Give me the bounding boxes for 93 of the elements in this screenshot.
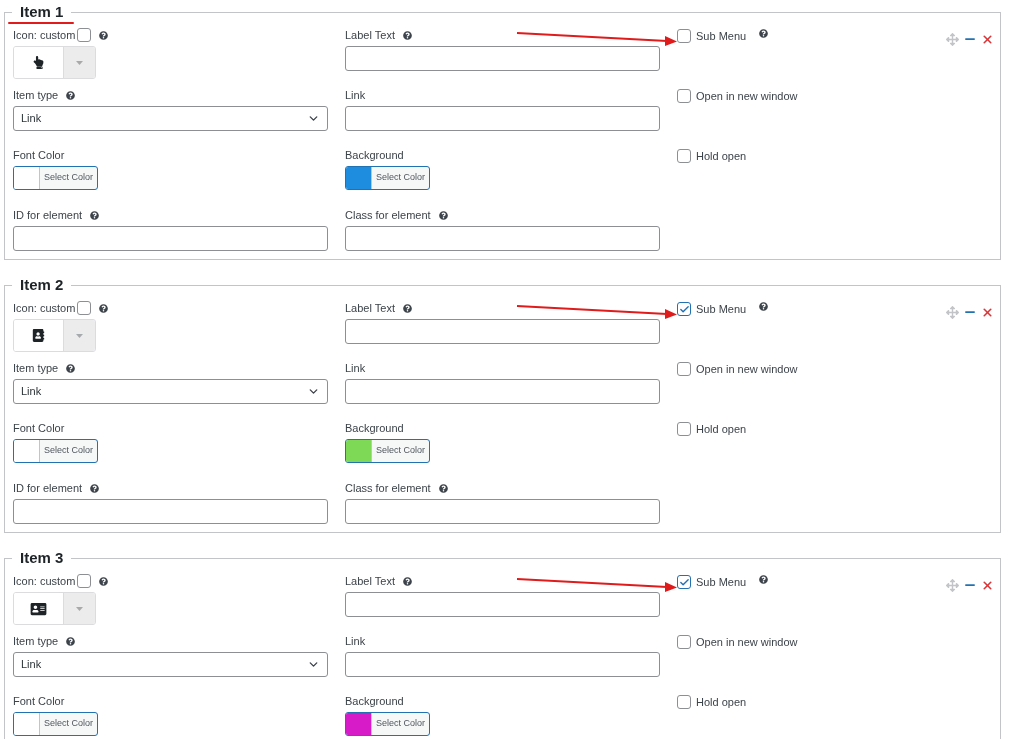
checkbox-label: Sub Menu bbox=[696, 302, 747, 316]
input-field[interactable] bbox=[345, 46, 660, 71]
help-icon[interactable] bbox=[402, 303, 412, 313]
field-label: ID for element bbox=[13, 207, 83, 223]
field-label: Background bbox=[345, 147, 404, 163]
field-label: Link bbox=[345, 87, 366, 103]
caret-icon bbox=[76, 606, 83, 611]
help-icon[interactable] bbox=[99, 576, 109, 586]
checkbox[interactable] bbox=[677, 575, 691, 589]
checkbox[interactable] bbox=[77, 574, 92, 588]
checkbox[interactable] bbox=[677, 302, 691, 316]
checkbox[interactable] bbox=[77, 28, 92, 42]
id-card-icon bbox=[30, 601, 47, 616]
checkbox-label: Sub Menu bbox=[696, 29, 747, 43]
field-label: Font Color bbox=[13, 420, 65, 436]
field-label: Font Color bbox=[13, 147, 65, 163]
input-field[interactable] bbox=[345, 106, 660, 131]
field-label: ID for element bbox=[13, 480, 83, 496]
checkbox[interactable] bbox=[677, 695, 691, 709]
field-label: Class for element bbox=[345, 207, 431, 223]
help-icon[interactable] bbox=[402, 576, 412, 586]
field-label: Item type bbox=[13, 87, 59, 103]
input-field[interactable] bbox=[13, 499, 328, 524]
checkbox[interactable] bbox=[677, 149, 691, 163]
checkbox[interactable] bbox=[677, 635, 691, 649]
icon-picker[interactable] bbox=[13, 592, 96, 625]
help-icon[interactable] bbox=[90, 210, 100, 220]
field-label: Item type bbox=[13, 360, 59, 376]
input-field[interactable] bbox=[345, 379, 660, 404]
color-picker-button[interactable]: Select Color bbox=[13, 439, 98, 463]
help-icon[interactable] bbox=[66, 636, 76, 646]
caret-icon bbox=[76, 60, 83, 65]
icon-picker[interactable] bbox=[13, 319, 96, 352]
field-label: Class for element bbox=[345, 480, 431, 496]
help-icon[interactable] bbox=[66, 363, 76, 373]
help-icon[interactable] bbox=[66, 90, 76, 100]
checkbox-label: Hold open bbox=[696, 149, 747, 163]
help-icon[interactable] bbox=[759, 575, 769, 584]
caret-icon bbox=[76, 333, 83, 338]
checkbox[interactable] bbox=[77, 301, 92, 315]
field-label: Item type bbox=[13, 633, 59, 649]
checkbox-label: Open in new window bbox=[696, 89, 798, 103]
checkbox[interactable] bbox=[677, 89, 691, 103]
item-type-select[interactable]: Link bbox=[13, 379, 328, 404]
field-label: Font Color bbox=[13, 693, 65, 709]
checkbox-label: Open in new window bbox=[696, 362, 798, 376]
input-field[interactable] bbox=[345, 592, 660, 617]
help-icon[interactable] bbox=[438, 210, 448, 220]
field-label: Label Text bbox=[345, 573, 395, 589]
color-picker-button[interactable]: Select Color bbox=[13, 166, 98, 190]
checkbox[interactable] bbox=[677, 422, 691, 436]
item-title: Item 3 bbox=[20, 549, 64, 566]
checkbox[interactable] bbox=[677, 362, 691, 376]
input-field[interactable] bbox=[345, 319, 660, 344]
checkbox[interactable] bbox=[677, 29, 691, 43]
field-label: Label Text bbox=[345, 27, 395, 43]
field-label: Link bbox=[345, 633, 366, 649]
color-picker-button[interactable]: Select Color bbox=[345, 166, 430, 190]
input-field[interactable] bbox=[345, 226, 660, 251]
address-book-icon bbox=[32, 329, 45, 342]
field-label: Label Text bbox=[345, 300, 395, 316]
checkbox-label: Hold open bbox=[696, 695, 747, 709]
checkbox-label: Open in new window bbox=[696, 635, 798, 649]
input-field[interactable] bbox=[345, 499, 660, 524]
help-icon[interactable] bbox=[99, 303, 109, 313]
help-icon[interactable] bbox=[402, 30, 412, 40]
item-title: Item 1 bbox=[20, 3, 64, 20]
field-label: Icon: custom bbox=[13, 300, 76, 316]
help-icon[interactable] bbox=[99, 30, 109, 40]
item-type-select[interactable]: Link bbox=[13, 106, 328, 131]
field-label: Background bbox=[345, 693, 404, 709]
color-picker-button[interactable]: Select Color bbox=[345, 439, 430, 463]
help-icon[interactable] bbox=[759, 29, 769, 38]
checkbox-label: Hold open bbox=[696, 422, 747, 436]
color-picker-button[interactable]: Select Color bbox=[345, 712, 430, 736]
help-icon[interactable] bbox=[90, 483, 100, 493]
field-label: Background bbox=[345, 420, 404, 436]
close-icon[interactable] bbox=[981, 578, 994, 592]
pointing-hand-icon bbox=[32, 56, 45, 69]
field-label: Icon: custom bbox=[13, 573, 76, 589]
input-field[interactable] bbox=[345, 652, 660, 677]
close-icon[interactable] bbox=[981, 32, 994, 46]
field-label: Icon: custom bbox=[13, 27, 76, 43]
checkbox-label: Sub Menu bbox=[696, 575, 747, 589]
item-type-select[interactable]: Link bbox=[13, 652, 328, 677]
help-icon[interactable] bbox=[759, 302, 769, 311]
field-label: Link bbox=[345, 360, 366, 376]
icon-picker[interactable] bbox=[13, 46, 96, 79]
help-icon[interactable] bbox=[438, 483, 448, 493]
color-picker-button[interactable]: Select Color bbox=[13, 712, 98, 736]
close-icon[interactable] bbox=[981, 305, 994, 319]
input-field[interactable] bbox=[13, 226, 328, 251]
item-title: Item 2 bbox=[20, 276, 64, 293]
